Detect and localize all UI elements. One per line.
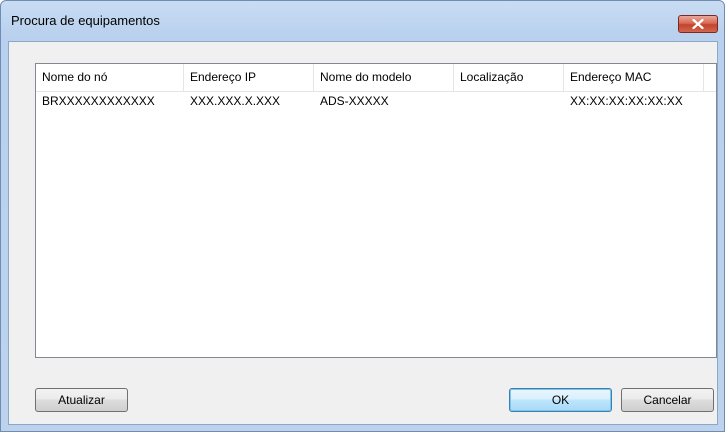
ok-button[interactable]: OK xyxy=(509,388,612,412)
cell-location xyxy=(454,92,564,110)
column-header-location[interactable]: Localização xyxy=(454,64,564,91)
column-header-mac-address[interactable]: Endereço MAC xyxy=(564,64,704,91)
window-title: Procura de equipamentos xyxy=(11,13,160,28)
title-bar[interactable]: Procura de equipamentos xyxy=(1,1,724,35)
dialog-content: Nome do nó Endereço IP Nome do modelo Lo… xyxy=(8,41,718,425)
refresh-button[interactable]: Atualizar xyxy=(35,388,128,412)
column-header-model-name[interactable]: Nome do modelo xyxy=(314,64,454,91)
close-icon xyxy=(692,19,704,29)
cell-ip-address: XXX.XXX.X.XXX xyxy=(190,94,281,108)
table-row[interactable]: BRXXXXXXXXXXXX XXX.XXX.X.XXX ADS-XXXXX X… xyxy=(36,92,716,110)
cell-mac-address: XX:XX:XX:XX:XX:XX xyxy=(570,94,683,108)
column-header-ip-address[interactable]: Endereço IP xyxy=(184,64,314,91)
cancel-button[interactable]: Cancelar xyxy=(621,388,714,412)
list-header: Nome do nó Endereço IP Nome do modelo Lo… xyxy=(36,64,716,92)
dialog-window: Procura de equipamentos Nome do nó Ender… xyxy=(0,0,725,432)
cell-model-name: ADS-XXXXX xyxy=(320,94,389,108)
close-button[interactable] xyxy=(678,15,718,33)
device-list[interactable]: Nome do nó Endereço IP Nome do modelo Lo… xyxy=(35,63,717,358)
cell-node-name: BRXXXXXXXXXXXX xyxy=(42,94,155,108)
column-header-node-name[interactable]: Nome do nó xyxy=(36,64,184,91)
